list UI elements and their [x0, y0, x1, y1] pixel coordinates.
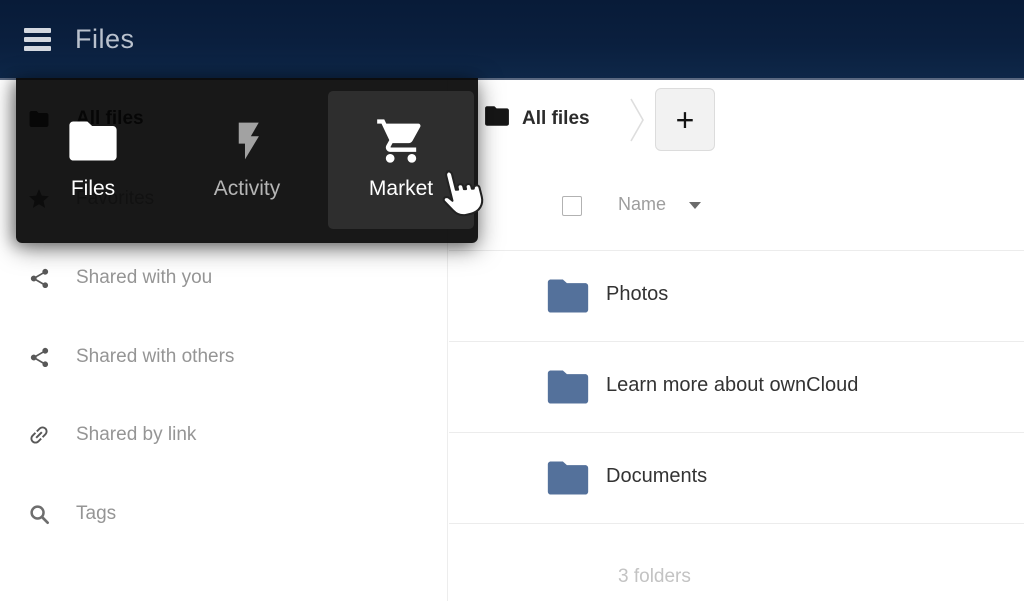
sidebar-item-label: Shared with others: [76, 346, 234, 368]
sidebar-item-tags[interactable]: Tags: [0, 501, 447, 527]
breadcrumb-home-folder-icon[interactable]: [484, 105, 510, 132]
add-new-button[interactable]: +: [655, 88, 715, 151]
top-navigation-bar: Files: [0, 0, 1024, 80]
search-icon: [27, 502, 51, 526]
breadcrumb-root[interactable]: All files: [522, 108, 590, 130]
files-main-panel: All files + Name Photos Learn more about…: [449, 80, 1024, 601]
app-menu-label: Activity: [214, 177, 281, 201]
cart-icon: [373, 113, 429, 169]
share-icon: [27, 345, 51, 369]
app-menu-item-files[interactable]: Files: [16, 78, 170, 243]
sidebar-item-shared-with-others[interactable]: Shared with others: [0, 344, 447, 370]
sidebar-item-label: Shared by link: [76, 424, 196, 446]
app-menu-item-activity[interactable]: Activity: [170, 78, 324, 243]
owncloud-app-window: All files Favorites Shared with you Shar…: [0, 0, 1024, 601]
file-row-documents[interactable]: Documents: [449, 433, 1024, 524]
sidebar-item-shared-by-link[interactable]: Shared by link: [0, 422, 447, 448]
app-menu-highlight: Market: [328, 91, 474, 229]
folder-icon: [546, 368, 590, 411]
file-name: Photos: [606, 283, 668, 306]
folder-icon: [67, 113, 119, 169]
file-row-photos[interactable]: Photos: [449, 251, 1024, 342]
app-menu-label: Market: [369, 177, 433, 201]
link-icon: [27, 423, 51, 447]
sidebar-item-label: Shared with you: [76, 267, 212, 289]
app-title: Files: [75, 24, 135, 55]
file-row-learn-more[interactable]: Learn more about ownCloud: [449, 342, 1024, 433]
file-name: Learn more about ownCloud: [606, 374, 858, 397]
app-menu-item-market[interactable]: Market: [324, 78, 478, 243]
column-header-name[interactable]: Name: [618, 194, 666, 215]
sort-caret-icon[interactable]: [689, 202, 701, 209]
file-name: Documents: [606, 465, 707, 488]
select-all-checkbox[interactable]: [562, 196, 582, 216]
folder-icon: [546, 277, 590, 320]
sidebar-item-label: Tags: [76, 503, 116, 525]
app-menu-dropdown: Files Activity Market: [16, 78, 478, 243]
sidebar-item-shared-with-you[interactable]: Shared with you: [0, 265, 447, 291]
plus-icon: +: [676, 104, 695, 136]
hamburger-menu-icon[interactable]: [24, 28, 51, 51]
app-menu-label: Files: [71, 177, 115, 201]
share-icon: [27, 266, 51, 290]
file-count-summary: 3 folders: [618, 566, 691, 588]
folder-icon: [546, 459, 590, 502]
lightning-icon: [225, 113, 269, 169]
chevron-right-icon: [629, 97, 647, 148]
